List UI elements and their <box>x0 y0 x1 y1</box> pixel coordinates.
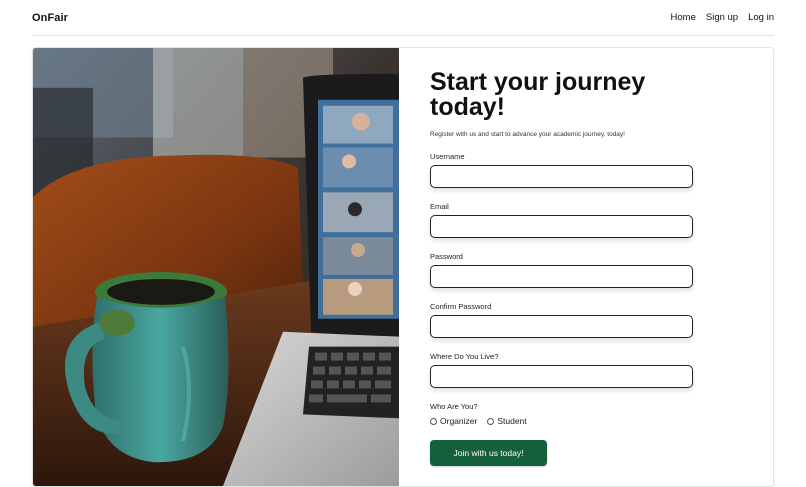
email-input[interactable] <box>430 215 693 238</box>
username-label: Username <box>430 152 465 161</box>
form-title: Start your journey today! <box>430 68 646 121</box>
radio-student-label: Student <box>497 416 527 426</box>
join-button[interactable]: Join with us today! <box>430 440 547 466</box>
top-navbar: OnFair Home Sign up Log in <box>32 0 774 36</box>
role-radio-group: Organizer Student <box>430 416 527 426</box>
nav-link-login[interactable]: Log in <box>748 12 774 23</box>
nav-link-home[interactable]: Home <box>671 12 696 23</box>
confirm-password-input[interactable] <box>430 315 693 338</box>
hero-photo-illustration <box>33 48 399 486</box>
password-label: Password <box>430 252 463 261</box>
username-input[interactable] <box>430 165 693 188</box>
who-are-you-label: Who Are You? <box>430 402 478 411</box>
location-input[interactable] <box>430 365 693 388</box>
password-input[interactable] <box>430 265 693 288</box>
signup-form: Start your journey today! Register with … <box>399 48 773 486</box>
brand-logo[interactable]: OnFair <box>32 12 68 24</box>
signup-card: Start your journey today! Register with … <box>32 47 774 487</box>
location-label: Where Do You Live? <box>430 352 499 361</box>
radio-organizer-label: Organizer <box>440 416 478 426</box>
email-label: Email <box>430 202 449 211</box>
radio-option-organizer[interactable]: Organizer <box>430 416 477 426</box>
radio-student[interactable] <box>487 417 495 425</box>
radio-organizer[interactable] <box>430 417 437 425</box>
radio-option-student[interactable]: Student <box>487 416 527 426</box>
nav-links: Home Sign up Log in <box>671 12 774 23</box>
hero-image <box>33 48 399 486</box>
form-subtitle: Register with us and start to advance yo… <box>430 131 625 138</box>
nav-link-signup[interactable]: Sign up <box>706 12 738 23</box>
confirm-password-label: Confirm Password <box>430 302 492 311</box>
